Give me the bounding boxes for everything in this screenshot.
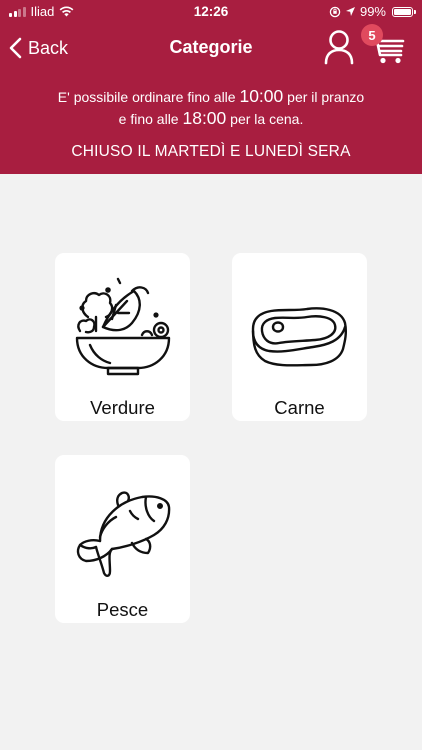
location-icon [345, 7, 355, 16]
steak-icon [251, 307, 348, 367]
order-hours-line-2: e fino alle 18:00 per la cena. [0, 108, 422, 129]
dinner-prefix: e fino alle [118, 111, 179, 127]
category-label: Pesce [96, 599, 149, 620]
salad-bowl-icon [75, 277, 171, 376]
fish-icon [76, 491, 171, 577]
user-icon [324, 30, 354, 65]
battery-icon [392, 6, 416, 17]
category-label: Carne [274, 397, 325, 418]
category-card-pesce[interactable]: Pesce [55, 455, 190, 623]
back-button[interactable]: Back [9, 34, 68, 62]
battery-percent: 99% [359, 4, 386, 19]
header: Iliad 12:26 99% Back Categorie 5 E' poss… [0, 0, 422, 174]
closed-days-notice: CHIUSO IL MARTEDÌ E LUNEDÌ SERA [71, 143, 351, 160]
dinner-suffix: per la cena. [230, 111, 304, 127]
cart-count-badge: 5 [361, 24, 383, 46]
lunch-deadline: 10:00 [239, 86, 284, 106]
dinner-deadline: 18:00 [182, 108, 227, 128]
back-label: Back [28, 37, 69, 58]
category-label: Verdure [90, 397, 155, 418]
lunch-suffix: per il pranzo [287, 89, 365, 105]
account-button[interactable] [323, 29, 355, 65]
status-bar: Iliad 12:26 99% [0, 0, 422, 24]
orientation-lock-icon [329, 6, 341, 17]
chevron-left-icon [9, 37, 22, 59]
order-hours-line-1: E' possibile ordinare fino alle 10:00 pe… [0, 86, 422, 107]
category-card-carne[interactable]: Carne [232, 253, 367, 421]
lunch-prefix: E' possibile ordinare fino alle [57, 89, 236, 105]
category-card-verdure[interactable]: Verdure [55, 253, 190, 421]
